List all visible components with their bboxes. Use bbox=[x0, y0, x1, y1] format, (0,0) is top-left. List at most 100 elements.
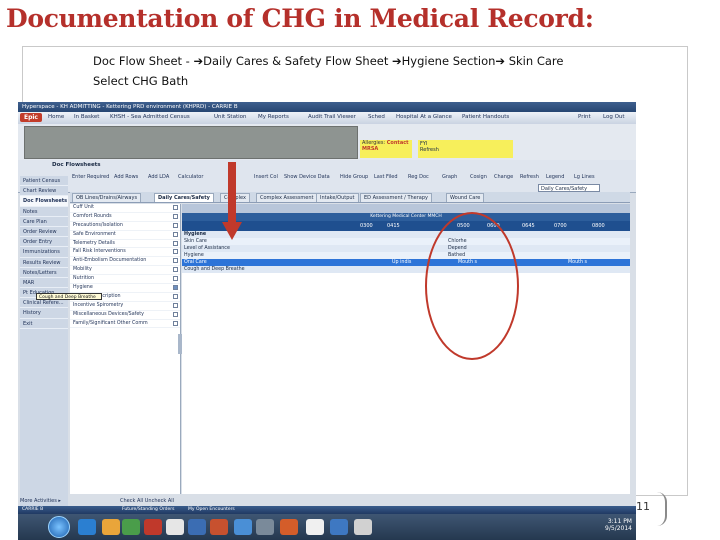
lg-lines-button[interactable]: Lg Lines bbox=[574, 174, 595, 180]
add-lda-button[interactable]: Add LDA bbox=[148, 174, 169, 180]
group-checkbox[interactable] bbox=[173, 258, 178, 264]
refresh-button[interactable]: Refresh bbox=[520, 174, 539, 180]
sidebar-item-doc-flowsheets[interactable]: Doc Flowsheets bbox=[20, 196, 68, 207]
sidebar-item-mar[interactable]: MAR bbox=[20, 278, 68, 289]
app-icon[interactable] bbox=[166, 519, 184, 535]
group-checkbox[interactable] bbox=[173, 311, 178, 317]
time-col-header[interactable]: 0800 bbox=[592, 221, 605, 231]
group-checkbox[interactable] bbox=[173, 320, 178, 326]
start-button-icon[interactable] bbox=[48, 516, 70, 538]
time-col-header[interactable]: 0700 bbox=[554, 221, 567, 231]
epic-menu-button[interactable]: Epic bbox=[20, 113, 42, 122]
status-standing-orders[interactable]: Future/Standing Orders bbox=[122, 506, 174, 514]
group-item[interactable]: Nutrition bbox=[70, 275, 180, 285]
toolbar-audit-trail[interactable]: Audit Trail Viewer bbox=[308, 114, 356, 120]
group-item[interactable]: Telemetry Details bbox=[70, 240, 180, 249]
group-item[interactable]: Anti-Embolism Documentation bbox=[70, 257, 180, 267]
more-activities-button[interactable]: More Activities ▸ bbox=[20, 498, 61, 504]
refresh-label[interactable]: Refresh bbox=[420, 147, 439, 153]
sidebar-item-immunizations[interactable]: Immunizations bbox=[20, 247, 68, 258]
table-row[interactable]: Hygiene bbox=[182, 231, 630, 238]
sidebar-item-order-entry[interactable]: Order Entry bbox=[20, 237, 68, 248]
calculator-button[interactable]: Calculator bbox=[178, 174, 203, 180]
toolbar-home[interactable]: Home bbox=[48, 114, 64, 120]
app-icon[interactable] bbox=[280, 519, 298, 535]
table-row[interactable]: Hygiene Bathed bbox=[182, 252, 630, 259]
toolbar-hospital-glance[interactable]: Hospital At a Glance bbox=[396, 114, 452, 120]
group-item[interactable]: Precautions/Isolation bbox=[70, 222, 180, 231]
flowsheet-dropdown[interactable]: Daily Cares/Safety bbox=[538, 184, 600, 192]
group-item[interactable]: Mobility bbox=[70, 266, 180, 276]
uncheck-all-button[interactable]: Uncheck All bbox=[145, 498, 174, 504]
sidebar-item-notes-letters[interactable]: Notes/Letters bbox=[20, 268, 68, 278]
internet-explorer-icon[interactable] bbox=[78, 519, 96, 535]
word-icon[interactable] bbox=[188, 519, 206, 535]
check-all-button[interactable]: Check All bbox=[120, 498, 143, 504]
group-item[interactable]: Comfort Rounds bbox=[70, 213, 180, 222]
change-button[interactable]: Change bbox=[494, 174, 513, 180]
app-icon[interactable] bbox=[234, 519, 252, 535]
group-checkbox[interactable] bbox=[173, 276, 178, 282]
group-checkbox[interactable] bbox=[173, 222, 178, 228]
toolbar-census[interactable]: KHSH - Sea Admitted Census bbox=[110, 114, 190, 120]
group-item[interactable]: Family/Significant Other Comm bbox=[70, 320, 180, 329]
sidebar-item-history[interactable]: History bbox=[20, 308, 68, 319]
table-row[interactable]: Cough and Deep Breathe bbox=[182, 266, 630, 273]
status-open-encounters[interactable]: My Open Encounters bbox=[188, 506, 235, 514]
group-item[interactable]: Incentive Spirometry bbox=[70, 302, 180, 311]
graph-button[interactable]: Graph bbox=[442, 174, 457, 180]
hide-group-button[interactable]: Hide Group bbox=[340, 174, 368, 180]
powerpoint-icon[interactable] bbox=[210, 519, 228, 535]
group-checkbox[interactable] bbox=[173, 231, 178, 237]
sidebar-item-results-review[interactable]: Results Review bbox=[20, 258, 68, 268]
table-row[interactable]: Skin Care Chlorhe bbox=[182, 238, 630, 245]
group-item[interactable]: Miscellaneous Devices/Safety bbox=[70, 311, 180, 320]
toolbar-patient-handouts[interactable]: Patient Handouts bbox=[462, 114, 509, 120]
sidebar-item-order-review[interactable]: Order Review bbox=[20, 227, 68, 238]
group-checkbox-checked[interactable] bbox=[173, 285, 178, 291]
toolbar-print[interactable]: Print bbox=[578, 114, 591, 120]
toolbar-log-out[interactable]: Log Out bbox=[603, 114, 625, 120]
taskbar-clock[interactable]: 3:11 PM 9/5/2014 bbox=[605, 518, 632, 532]
group-checkbox[interactable] bbox=[173, 240, 178, 246]
app-icon[interactable] bbox=[144, 519, 162, 535]
toolbar-in-basket[interactable]: In Basket bbox=[74, 114, 99, 120]
show-device-data-button[interactable]: Show Device Data bbox=[284, 174, 330, 180]
legend-button[interactable]: Legend bbox=[546, 174, 564, 180]
reg-doc-button[interactable]: Reg Doc bbox=[408, 174, 429, 180]
time-col-header[interactable]: 0300 bbox=[360, 221, 373, 231]
table-row[interactable]: Level of Assistance Depend bbox=[182, 245, 630, 252]
insert-col-button[interactable]: Insert Col bbox=[254, 174, 278, 180]
toolbar-unit-station[interactable]: Unit Station bbox=[214, 114, 247, 120]
group-checkbox[interactable] bbox=[173, 205, 178, 210]
app-icon[interactable] bbox=[122, 519, 140, 535]
tab-complex-assessment[interactable]: Complex Assessment bbox=[256, 193, 318, 202]
tab-lines-drains[interactable]: OB Lines/Drains/Airways bbox=[72, 193, 142, 202]
last-filed-button[interactable]: Last Filed bbox=[374, 174, 398, 180]
group-checkbox[interactable] bbox=[173, 213, 178, 219]
tab-intake-output[interactable]: Intake/Output bbox=[316, 193, 359, 202]
group-checkbox[interactable] bbox=[173, 293, 178, 299]
group-item[interactable]: Cuff Unit bbox=[70, 204, 180, 213]
add-rows-button[interactable]: Add Rows bbox=[114, 174, 138, 180]
group-item-hygiene[interactable]: Hygiene bbox=[70, 284, 180, 293]
sidebar-item-notes[interactable]: Notes bbox=[20, 207, 68, 217]
app-icon[interactable] bbox=[354, 519, 372, 535]
group-checkbox[interactable] bbox=[173, 249, 178, 255]
cell-value[interactable]: Mouth s bbox=[568, 259, 587, 266]
group-checkbox[interactable] bbox=[173, 267, 178, 273]
group-item[interactable]: Safe Environment bbox=[70, 231, 180, 240]
tab-ed-assessment[interactable]: ED Assessment / Therapy bbox=[360, 193, 433, 202]
table-row-selected[interactable]: Oral Care Up indis Mouth s Mouth s bbox=[182, 259, 630, 266]
app-icon[interactable] bbox=[256, 519, 274, 535]
cell-value[interactable]: Up indis bbox=[392, 259, 411, 266]
group-item[interactable]: Fall Risk Interventions bbox=[70, 248, 180, 258]
group-checkbox[interactable] bbox=[173, 302, 178, 308]
folder-icon[interactable] bbox=[102, 519, 120, 535]
sidebar-item-care-plan[interactable]: Care Plan bbox=[20, 217, 68, 227]
enter-required-button[interactable]: Enter Required bbox=[72, 174, 109, 180]
fyi-banner[interactable]: FYI Refresh bbox=[418, 140, 513, 158]
tab-daily-cares-safety[interactable]: Daily Cares/Safety bbox=[154, 193, 214, 202]
cosign-button[interactable]: Cosign bbox=[470, 174, 487, 180]
sidebar-item-patient-census[interactable]: Patient Census bbox=[20, 176, 68, 187]
